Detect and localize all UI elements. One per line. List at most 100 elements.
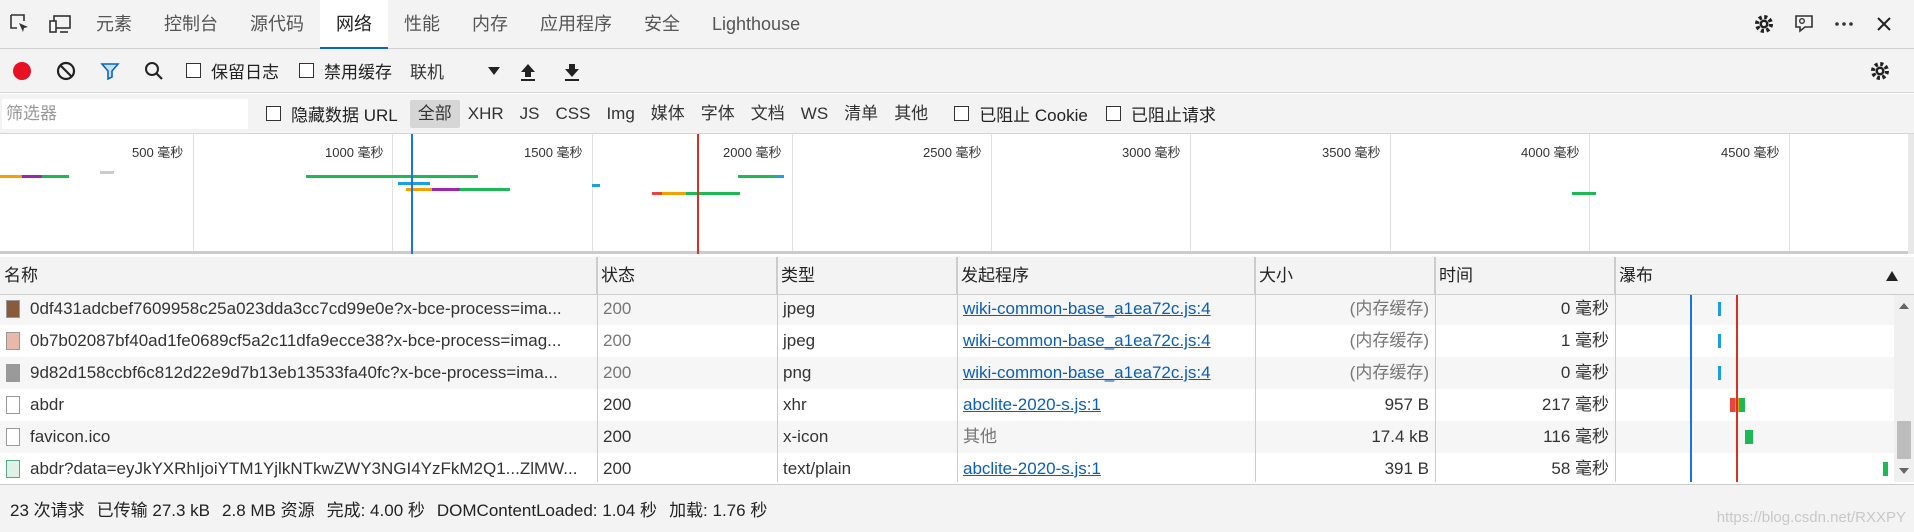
- column-waterfall[interactable]: 瀑布: [1615, 257, 1914, 295]
- import-har-icon[interactable]: [506, 49, 550, 93]
- summary-load: 加载: 1.76 秒: [669, 501, 768, 520]
- request-time: 58 毫秒: [1551, 459, 1609, 478]
- overview-request-bar: [22, 175, 42, 178]
- table-row[interactable]: 0df431adcbef7609958c25a023dda3cc7cd99e0e…: [0, 295, 1894, 325]
- filter-type-other[interactable]: 其他: [886, 100, 936, 128]
- table-row[interactable]: 0b7b02087bf40ad1fe0689cf5a2c11dfa9ecce38…: [0, 325, 1894, 357]
- image-file-icon: [6, 460, 20, 478]
- column-divider[interactable]: [1435, 257, 1436, 482]
- filter-type-ws[interactable]: WS: [793, 100, 836, 128]
- overview-request-bar: [662, 192, 686, 195]
- document-file-icon: [6, 428, 20, 446]
- filter-type-manifest[interactable]: 清单: [836, 100, 886, 128]
- request-size: (内存缓存): [1349, 331, 1429, 350]
- filter-type-all[interactable]: 全部: [409, 99, 460, 128]
- search-icon[interactable]: [132, 49, 176, 93]
- filter-type-doc[interactable]: 文档: [743, 100, 793, 128]
- network-settings-gear-icon[interactable]: [1858, 49, 1902, 93]
- vertical-scrollbar[interactable]: [1894, 295, 1914, 482]
- request-name: 0b7b02087bf40ad1fe0689cf5a2c11dfa9ecce38…: [30, 331, 562, 350]
- column-type[interactable]: 类型: [777, 257, 957, 295]
- export-har-icon[interactable]: [550, 49, 594, 93]
- column-divider[interactable]: [957, 257, 958, 482]
- overview-tick-4000: 4000 毫秒: [1521, 145, 1580, 160]
- tab-security[interactable]: 安全: [628, 0, 696, 49]
- tab-sources[interactable]: 源代码: [234, 0, 320, 49]
- summary-finish: 完成: 4.00 秒: [326, 501, 425, 520]
- request-initiator-link[interactable]: wiki-common-base_a1ea72c.js:4: [957, 295, 1255, 325]
- hide-data-urls-checkbox[interactable]: [266, 106, 281, 121]
- request-status: 200: [603, 459, 632, 478]
- filter-type-js[interactable]: JS: [512, 100, 548, 128]
- tab-performance[interactable]: 性能: [388, 0, 456, 49]
- image-file-icon: [6, 332, 20, 350]
- sort-ascending-icon: [1886, 271, 1898, 281]
- request-initiator-link[interactable]: abclite-2020-s.js:1: [957, 453, 1255, 482]
- record-icon[interactable]: [0, 49, 44, 93]
- inspect-element-icon[interactable]: [0, 0, 40, 49]
- overview-request-bar: [432, 188, 460, 191]
- waterfall-bar: [1718, 302, 1721, 316]
- disable-cache-checkbox[interactable]: [299, 63, 314, 78]
- overview-request-bar: [100, 171, 114, 174]
- request-type: jpeg: [783, 331, 816, 350]
- settings-gear-icon[interactable]: [1744, 0, 1784, 49]
- column-initiator[interactable]: 发起程序: [957, 257, 1255, 295]
- table-row[interactable]: 9d82d158ccbf6c812d22e9d7b13eb13533fa40fc…: [0, 357, 1894, 389]
- filter-type-font[interactable]: 字体: [693, 100, 743, 128]
- preserve-log-checkbox[interactable]: [186, 63, 201, 78]
- tab-lighthouse[interactable]: Lighthouse: [696, 0, 816, 49]
- waterfall-bar: [1883, 462, 1888, 476]
- tab-memory[interactable]: 内存: [456, 0, 524, 49]
- request-time: 0 毫秒: [1560, 299, 1609, 318]
- table-row[interactable]: abdr?data=eyJkYXRhIjoiYTM1YjlkNTkwZWY3NG…: [0, 453, 1894, 482]
- filter-icon[interactable]: [88, 49, 132, 93]
- filter-type-img[interactable]: Img: [598, 100, 642, 128]
- scroll-up-icon[interactable]: [1894, 299, 1914, 313]
- filter-input[interactable]: 筛选器: [2, 98, 248, 129]
- request-initiator-link[interactable]: wiki-common-base_a1ea72c.js:4: [957, 357, 1255, 389]
- column-divider[interactable]: [1615, 257, 1616, 482]
- column-time[interactable]: 时间: [1435, 257, 1615, 295]
- tab-elements[interactable]: 元素: [80, 0, 148, 49]
- tab-application[interactable]: 应用程序: [524, 0, 628, 49]
- tab-console[interactable]: 控制台: [148, 0, 234, 49]
- request-size: 17.4 kB: [1371, 427, 1429, 446]
- column-divider[interactable]: [777, 257, 778, 482]
- more-options-icon[interactable]: [1824, 0, 1864, 49]
- table-row[interactable]: abdr 200 xhr abclite-2020-s.js:1 957 B 2…: [0, 389, 1894, 421]
- overview-request-bar: [460, 188, 510, 191]
- table-row[interactable]: favicon.ico 200 x-icon 其他 17.4 kB 116 毫秒: [0, 421, 1894, 453]
- scroll-down-icon[interactable]: [1894, 464, 1914, 478]
- request-initiator-link[interactable]: wiki-common-base_a1ea72c.js:4: [957, 325, 1255, 357]
- filter-type-xhr[interactable]: XHR: [460, 100, 512, 128]
- close-icon[interactable]: [1864, 0, 1904, 49]
- request-name: abdr?data=eyJkYXRhIjoiYTM1YjlkNTkwZWY3NG…: [30, 459, 578, 478]
- devtools-tab-bar: 元素 控制台 源代码 网络 性能 内存 应用程序 安全 Lighthouse: [0, 0, 1914, 49]
- overview-scroll-edge: [1908, 134, 1914, 254]
- overview-request-bar: [738, 175, 778, 178]
- column-name[interactable]: 名称: [0, 257, 597, 295]
- domcontentloaded-marker: [411, 134, 413, 254]
- overview-request-bar: [406, 188, 432, 191]
- column-divider[interactable]: [1255, 257, 1256, 482]
- clear-icon[interactable]: [44, 49, 88, 93]
- tab-network[interactable]: 网络: [320, 0, 388, 49]
- column-divider[interactable]: [597, 257, 598, 482]
- request-status: 200: [603, 331, 632, 350]
- blocked-cookies-checkbox[interactable]: [954, 106, 970, 121]
- column-size[interactable]: 大小: [1255, 257, 1435, 295]
- blocked-requests-checkbox[interactable]: [1105, 106, 1121, 121]
- network-overview[interactable]: 500 毫秒 1000 毫秒 1500 毫秒 2000 毫秒 2500 毫秒 3…: [0, 134, 1914, 254]
- scrollbar-thumb[interactable]: [1897, 421, 1911, 459]
- filter-type-css[interactable]: CSS: [547, 100, 598, 128]
- overview-request-bar: [592, 184, 600, 187]
- request-initiator-link[interactable]: abclite-2020-s.js:1: [957, 389, 1255, 421]
- network-summary-bar: 23 次请求 已传输 27.3 kB 2.8 MB 资源 完成: 4.00 秒 …: [0, 484, 1914, 532]
- device-emulation-icon[interactable]: [40, 0, 80, 49]
- throttling-select[interactable]: 联机: [406, 55, 506, 87]
- column-status[interactable]: 状态: [597, 257, 777, 295]
- feedback-icon[interactable]: [1784, 0, 1824, 49]
- image-file-icon: [6, 364, 20, 382]
- filter-type-media[interactable]: 媒体: [643, 100, 693, 128]
